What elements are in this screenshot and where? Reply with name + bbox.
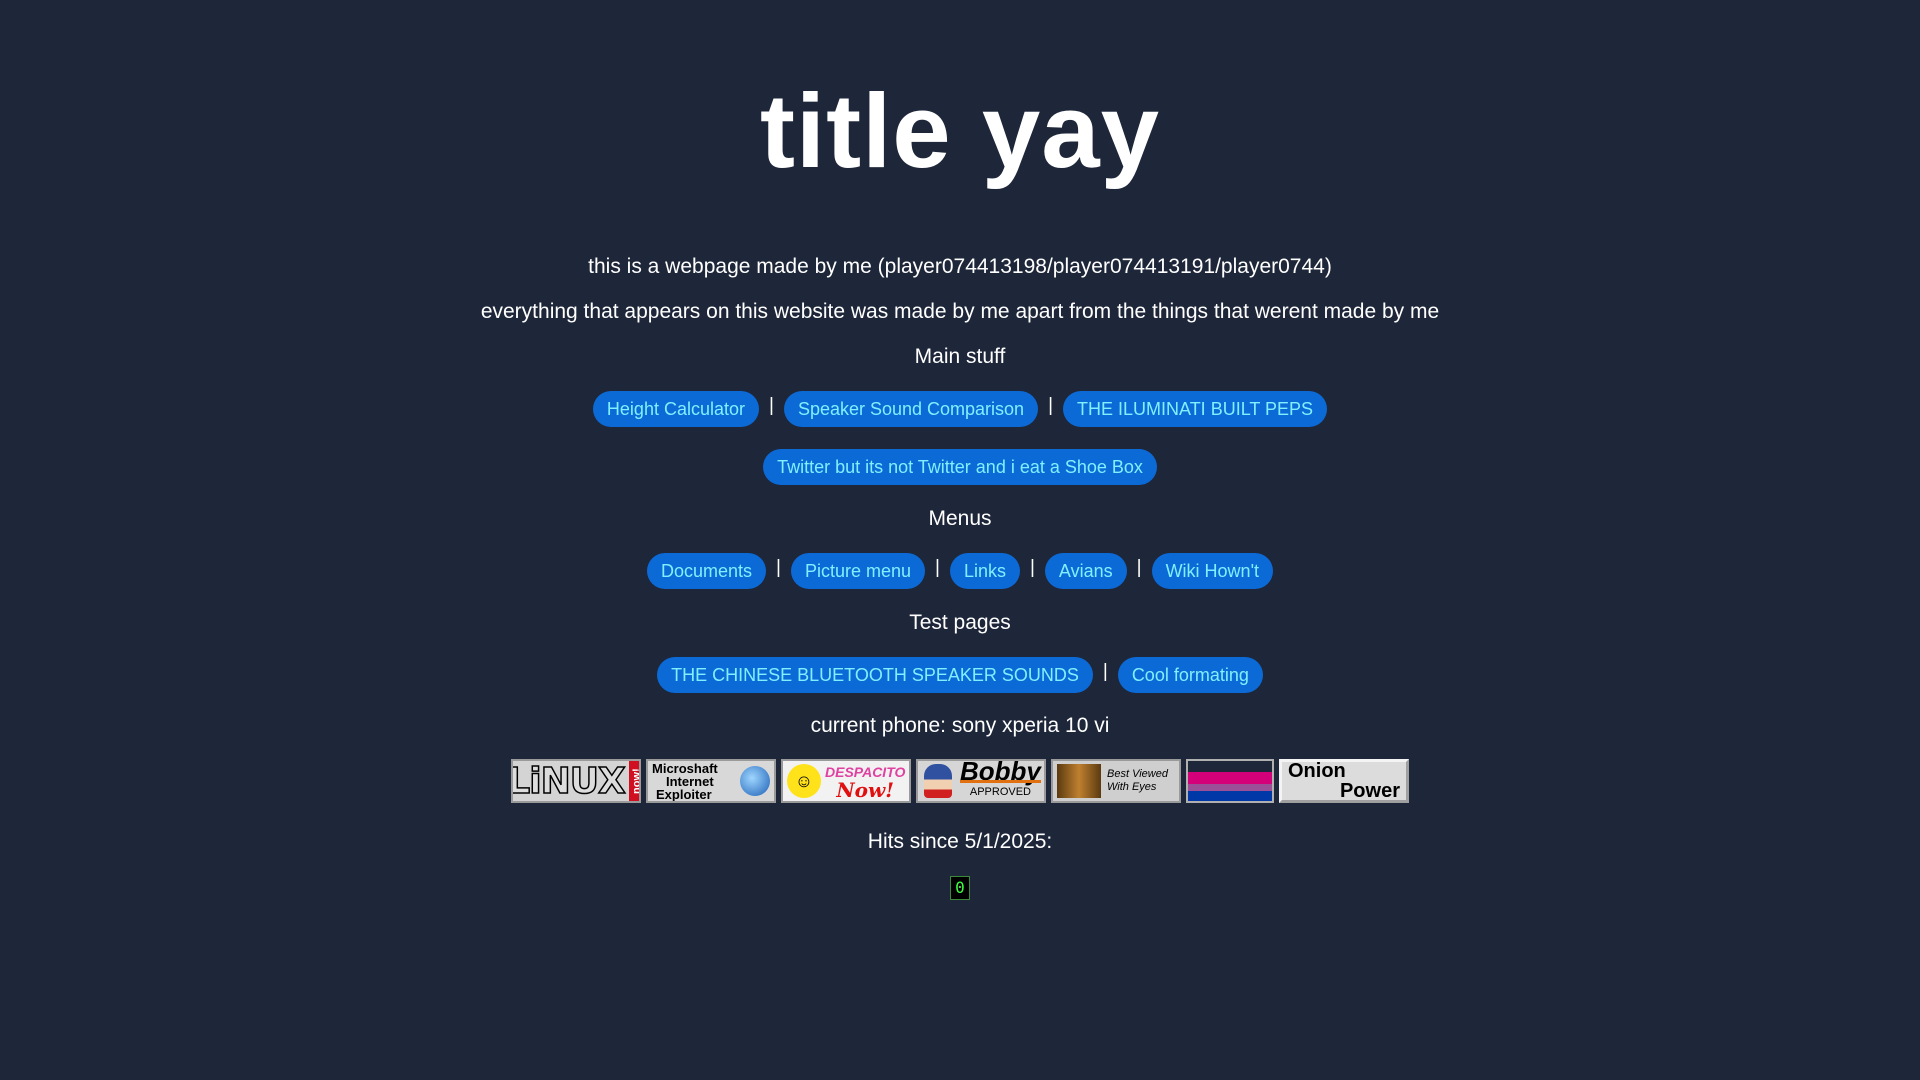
chinese-bluetooth-speaker-button[interactable]: THE CHINESE BLUETOOTH SPEAKER SOUNDS (657, 657, 1093, 693)
page: title yay this is a webpage made by me (… (0, 0, 1920, 1080)
hits-label: Hits since 5/1/2025: (867, 830, 1053, 853)
badge-row: LiNUX now! Microshaft Internet Exploiter… (0, 759, 1920, 803)
documents-button[interactable]: Documents (646, 553, 767, 589)
bi-flag-badge (1186, 759, 1274, 803)
despacito-badge: ☺ DESPACITO Now! (781, 759, 911, 803)
microshaft-badge: Microshaft Internet Exploiter (646, 759, 776, 803)
speaker-sound-comparison-button[interactable]: Speaker Sound Comparison (783, 391, 1039, 427)
current-phone: current phone: sony xperia 10 vi (810, 714, 1110, 737)
onion-power-badge: Onion Power (1279, 759, 1409, 803)
separator: | (935, 557, 940, 578)
menus-row: Documents | Picture menu | Links | Avian… (0, 553, 1920, 589)
height-calculator-button[interactable]: Height Calculator (592, 391, 759, 427)
separator: | (776, 557, 781, 578)
separator: | (1048, 395, 1054, 416)
linux-badge: LiNUX now! (511, 759, 641, 803)
separator: | (769, 395, 774, 416)
best-viewed-badge: Best Viewed With Eyes (1051, 759, 1181, 803)
bobby-badge: Bobby APPROVED (916, 759, 1046, 803)
separator: | (1102, 661, 1108, 682)
menus-heading: Menus (928, 507, 992, 530)
wiki-hownt-button[interactable]: Wiki Hown't (1151, 553, 1274, 589)
main-stuff-heading: Main stuff (914, 345, 1006, 368)
picture-menu-button[interactable]: Picture menu (790, 553, 926, 589)
links-button[interactable]: Links (949, 553, 1020, 589)
mona-lisa-icon (1057, 764, 1101, 798)
bobby-icon (924, 764, 952, 798)
cool-formating-button[interactable]: Cool formating (1117, 657, 1263, 693)
test-pages-row: THE CHINESE BLUETOOTH SPEAKER SOUNDS | C… (0, 657, 1920, 693)
main-stuff-row-1: Height Calculator | Speaker Sound Compar… (0, 391, 1920, 427)
iluminati-built-peps-button[interactable]: THE ILUMINATI BUILT PEPS (1063, 391, 1328, 427)
twitter-shoe-box-button[interactable]: Twitter but its not Twitter and i eat a … (763, 449, 1157, 485)
page-title: title yay (759, 73, 1161, 190)
smiley-icon: ☺ (787, 764, 821, 798)
test-pages-heading: Test pages (909, 611, 1011, 634)
separator: | (1029, 557, 1035, 578)
hit-counter: 0 (950, 876, 970, 900)
main-stuff-row-2: Twitter but its not Twitter and i eat a … (0, 449, 1920, 485)
intro-line-1: this is a webpage made by me (player0744… (588, 255, 1332, 278)
intro-line-2: everything that appears on this website … (480, 300, 1440, 323)
globe-icon (740, 766, 770, 796)
separator: | (1136, 557, 1142, 578)
avians-button[interactable]: Avians (1044, 553, 1127, 589)
